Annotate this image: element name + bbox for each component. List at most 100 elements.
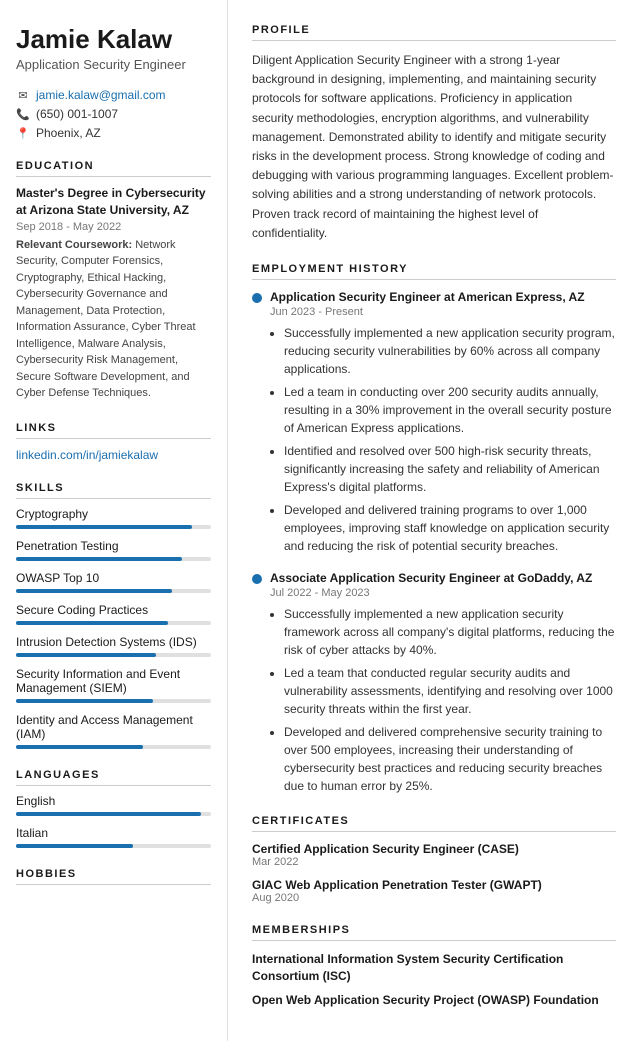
cert-entry: Certified Application Security Engineer … (252, 842, 616, 868)
location-text: Phoenix, AZ (36, 126, 101, 140)
skill-bar-fill (16, 557, 182, 561)
language-name: Italian (16, 826, 211, 840)
job-header: Associate Application Security Engineer … (252, 571, 616, 585)
skill-name: Intrusion Detection Systems (IDS) (16, 635, 211, 649)
membership-entry: International Information System Securit… (252, 951, 616, 985)
job-dates: Jun 2023 - Present (270, 306, 616, 318)
memberships-section-title: MEMBERSHIPS (252, 924, 616, 941)
cert-name: GIAC Web Application Penetration Tester … (252, 878, 616, 892)
job-entry: Application Security Engineer at America… (252, 290, 616, 555)
skill-bar-bg (16, 745, 211, 749)
skill-name: Security Information and Event Managemen… (16, 667, 211, 695)
edu-dates: Sep 2018 - May 2022 (16, 221, 211, 233)
skill-bar-bg (16, 557, 211, 561)
resume-container: Jamie Kalaw Application Security Enginee… (0, 0, 640, 1041)
skill-name: OWASP Top 10 (16, 571, 211, 585)
phone-contact: 📞 (650) 001-1007 (16, 107, 211, 121)
skill-item: Security Information and Event Managemen… (16, 667, 211, 703)
membership-entry: Open Web Application Security Project (O… (252, 992, 616, 1009)
profile-text: Diligent Application Security Engineer w… (252, 51, 616, 243)
skill-bar-fill (16, 699, 153, 703)
job-bullet: Successfully implemented a new applicati… (284, 605, 616, 659)
skill-item: Secure Coding Practices (16, 603, 211, 625)
candidate-name: Jamie Kalaw (16, 24, 211, 55)
job-bullet: Identified and resolved over 500 high-ri… (284, 442, 616, 496)
email-link[interactable]: jamie.kalaw@gmail.com (36, 88, 166, 102)
edu-degree: Master's Degree in Cybersecurity at Ariz… (16, 185, 211, 219)
education-section-title: EDUCATION (16, 160, 211, 177)
skills-section-title: SKILLS (16, 482, 211, 499)
membership-name: Open Web Application Security Project (O… (252, 992, 616, 1009)
job-entry: Associate Application Security Engineer … (252, 571, 616, 795)
employment-section-title: EMPLOYMENT HISTORY (252, 263, 616, 280)
cert-name: Certified Application Security Engineer … (252, 842, 616, 856)
skill-name: Cryptography (16, 507, 211, 521)
job-bullets: Successfully implemented a new applicati… (270, 605, 616, 795)
membership-name: International Information System Securit… (252, 951, 616, 985)
skill-bar-bg (16, 621, 211, 625)
linkedin-link-container: linkedin.com/in/jamiekalaw (16, 447, 211, 462)
email-contact: ✉ jamie.kalaw@gmail.com (16, 88, 211, 102)
skill-item: Cryptography (16, 507, 211, 529)
job-bullet: Developed and delivered training program… (284, 501, 616, 555)
job-bullet: Developed and delivered comprehensive se… (284, 723, 616, 795)
language-bar-bg (16, 844, 211, 848)
cert-date: Aug 2020 (252, 892, 616, 904)
certificates-section-title: CERTIFICATES (252, 815, 616, 832)
skill-name: Identity and Access Management (IAM) (16, 713, 211, 741)
job-title-text: Application Security Engineer at America… (270, 290, 585, 304)
linkedin-link[interactable]: linkedin.com/in/jamiekalaw (16, 448, 158, 462)
skill-bar-fill (16, 525, 192, 529)
skill-name: Secure Coding Practices (16, 603, 211, 617)
language-bar-fill (16, 844, 133, 848)
skill-bar-fill (16, 621, 168, 625)
skill-item: Identity and Access Management (IAM) (16, 713, 211, 749)
job-bullets: Successfully implemented a new applicati… (270, 324, 616, 555)
job-dates: Jul 2022 - May 2023 (270, 587, 616, 599)
languages-section-title: LANGUAGES (16, 769, 211, 786)
profile-section-title: PROFILE (252, 24, 616, 41)
cert-entry: GIAC Web Application Penetration Tester … (252, 878, 616, 904)
jobs-list: Application Security Engineer at America… (252, 290, 616, 795)
language-name: English (16, 794, 211, 808)
skill-bar-fill (16, 745, 143, 749)
sidebar: Jamie Kalaw Application Security Enginee… (0, 0, 228, 1041)
skills-list: Cryptography Penetration Testing OWASP T… (16, 507, 211, 749)
links-section-title: LINKS (16, 422, 211, 439)
coursework-label: Relevant Coursework: (16, 239, 135, 251)
main-content: PROFILE Diligent Application Security En… (228, 0, 640, 1041)
certs-list: Certified Application Security Engineer … (252, 842, 616, 904)
job-bullet: Led a team in conducting over 200 securi… (284, 383, 616, 437)
language-item: Italian (16, 826, 211, 848)
skill-bar-bg (16, 699, 211, 703)
skill-name: Penetration Testing (16, 539, 211, 553)
job-dot (252, 293, 262, 303)
skill-bar-fill (16, 653, 156, 657)
job-bullet: Successfully implemented a new applicati… (284, 324, 616, 378)
skill-item: OWASP Top 10 (16, 571, 211, 593)
job-title-text: Associate Application Security Engineer … (270, 571, 592, 585)
candidate-job-title: Application Security Engineer (16, 57, 211, 72)
skill-bar-fill (16, 589, 172, 593)
cert-date: Mar 2022 (252, 856, 616, 868)
memberships-list: International Information System Securit… (252, 951, 616, 1009)
phone-number: (650) 001-1007 (36, 107, 118, 121)
language-bar-fill (16, 812, 201, 816)
phone-icon: 📞 (16, 107, 30, 121)
skill-item: Penetration Testing (16, 539, 211, 561)
language-bar-bg (16, 812, 211, 816)
email-icon: ✉ (16, 88, 30, 102)
hobbies-section-title: HOBBIES (16, 868, 211, 885)
edu-coursework: Relevant Coursework: Network Security, C… (16, 237, 211, 402)
skill-bar-bg (16, 525, 211, 529)
location-contact: 📍 Phoenix, AZ (16, 126, 211, 140)
skill-bar-bg (16, 589, 211, 593)
job-dot (252, 574, 262, 584)
skill-item: Intrusion Detection Systems (IDS) (16, 635, 211, 657)
job-header: Application Security Engineer at America… (252, 290, 616, 304)
skill-bar-bg (16, 653, 211, 657)
location-icon: 📍 (16, 126, 30, 140)
language-item: English (16, 794, 211, 816)
coursework-text: Network Security, Computer Forensics, Cr… (16, 239, 196, 400)
languages-list: English Italian (16, 794, 211, 848)
